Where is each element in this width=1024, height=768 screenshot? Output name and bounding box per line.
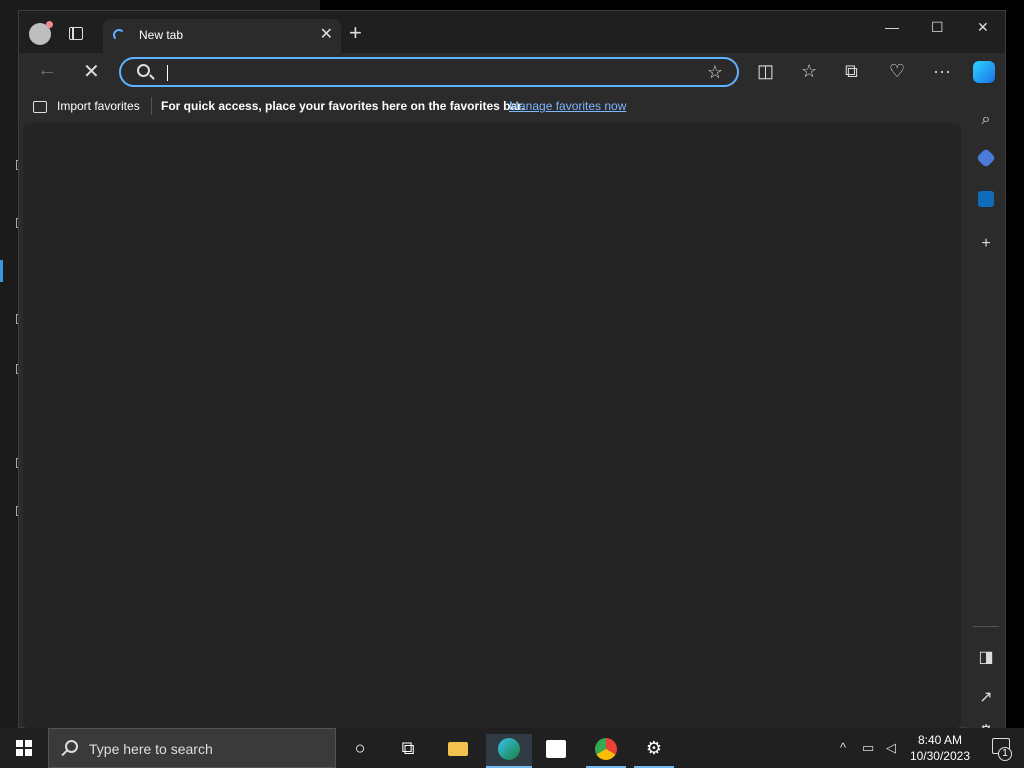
- start-button[interactable]: [16, 740, 32, 756]
- cortana-icon[interactable]: ○: [340, 734, 380, 768]
- volume-muted-icon[interactable]: ◁: [886, 740, 896, 756]
- network-icon[interactable]: ▭: [862, 740, 874, 756]
- notification-count-badge: 1: [998, 747, 1012, 761]
- profile-avatar[interactable]: [29, 21, 53, 45]
- taskbar: Type here to search ○ ⧉ ⚙ ^ ▭ ◁ 8:40 AM …: [0, 728, 1024, 768]
- bg-window-selection-indicator: [0, 260, 3, 282]
- search-icon: [65, 740, 78, 753]
- clock[interactable]: 8:40 AM 10/30/2023: [910, 732, 970, 764]
- close-window-button[interactable]: ✕: [977, 19, 989, 36]
- favorites-icon[interactable]: ☆: [801, 61, 817, 81]
- tab-actions-icon[interactable]: [69, 27, 83, 40]
- loading-spinner-icon: [113, 29, 125, 41]
- page-content-area: [23, 123, 961, 729]
- maximize-button[interactable]: ☐: [931, 19, 944, 36]
- edge-browser-window: New tab ✕ + — ☐ ✕ ← ✕ ☆ ◫ ☆ ⧉ ♡ ··· Impo…: [18, 10, 1006, 740]
- tab-close-icon[interactable]: ✕: [320, 27, 333, 43]
- address-input[interactable]: [175, 61, 695, 83]
- file-explorer-icon[interactable]: [438, 734, 478, 768]
- tab-strip: New tab ✕ + — ☐ ✕: [19, 11, 1005, 53]
- favorites-bar-hint: For quick access, place your favorites h…: [161, 99, 525, 113]
- sidebar-divider: [973, 626, 999, 627]
- search-icon: [137, 64, 150, 77]
- taskbar-search-placeholder: Type here to search: [89, 741, 213, 757]
- navigation-toolbar: ← ✕ ☆ ◫ ☆ ⧉ ♡ ···: [19, 53, 1005, 93]
- new-tab-button[interactable]: +: [349, 22, 362, 44]
- open-in-window-icon[interactable]: ↗: [977, 689, 995, 707]
- back-button[interactable]: ←: [37, 59, 57, 82]
- sidebar-copilot-icon[interactable]: [976, 148, 996, 168]
- favorites-bar-divider: [151, 97, 152, 115]
- settings-gear-icon[interactable]: ⚙: [634, 734, 674, 768]
- split-screen-icon[interactable]: ◫: [757, 61, 774, 81]
- text-caret: [167, 65, 168, 81]
- clock-time: 8:40 AM: [917, 733, 962, 747]
- add-favorite-star-icon[interactable]: ☆: [707, 62, 723, 83]
- show-hidden-icons-chevron[interactable]: ^: [840, 740, 846, 755]
- more-options-icon[interactable]: ···: [933, 61, 951, 81]
- chrome-icon[interactable]: [586, 734, 626, 768]
- performance-heart-icon[interactable]: ♡: [889, 61, 905, 81]
- tab-title: New tab: [139, 28, 184, 42]
- edge-taskbar-icon[interactable]: [486, 734, 532, 768]
- favorites-bar: Import favorites For quick access, place…: [19, 93, 1005, 121]
- import-favorites-icon: [33, 101, 47, 113]
- sidebar-outlook-icon[interactable]: [978, 191, 994, 207]
- stop-loading-button[interactable]: ✕: [83, 59, 100, 84]
- task-view-icon[interactable]: ⧉: [388, 734, 428, 768]
- address-bar[interactable]: ☆: [119, 57, 739, 87]
- sidebar-search-icon[interactable]: ⌕: [977, 111, 995, 129]
- import-favorites-button[interactable]: Import favorites: [57, 99, 140, 113]
- taskbar-search-box[interactable]: Type here to search: [48, 728, 336, 768]
- microsoft-store-icon[interactable]: [536, 734, 576, 768]
- tab-new-tab[interactable]: New tab ✕: [103, 19, 341, 53]
- copilot-icon[interactable]: [973, 61, 995, 83]
- minimize-button[interactable]: —: [885, 19, 899, 35]
- edge-sidebar: ⌕ + ◨ ↗ ⚙: [967, 93, 1005, 740]
- hide-sidebar-icon[interactable]: ◨: [977, 649, 995, 667]
- clock-date: 10/30/2023: [909, 749, 970, 763]
- sidebar-add-icon[interactable]: +: [977, 235, 995, 253]
- manage-favorites-link[interactable]: Manage favorites now: [509, 99, 626, 113]
- collections-icon[interactable]: ⧉: [845, 61, 858, 81]
